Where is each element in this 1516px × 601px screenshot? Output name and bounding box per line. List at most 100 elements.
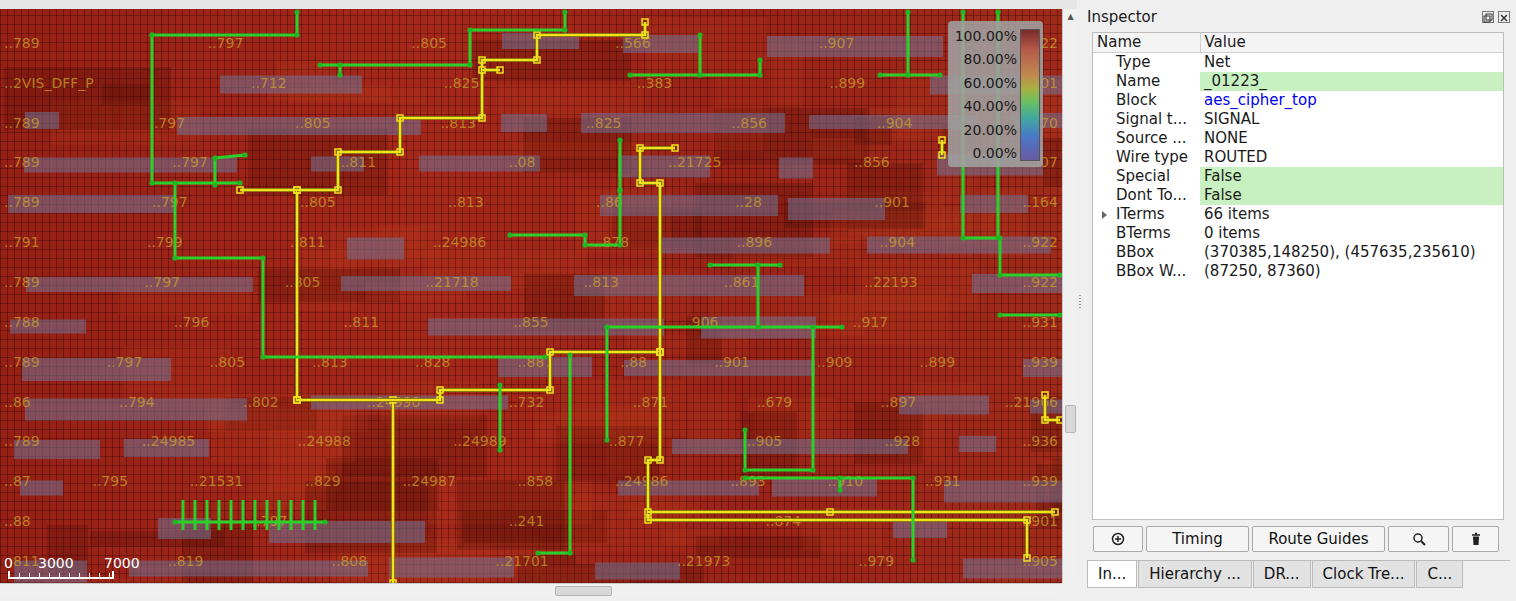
instance-label[interactable]: ..858 — [518, 473, 554, 489]
property-row[interactable]: Source ...NONE — [1093, 129, 1503, 148]
instance-label[interactable]: ..22193 — [864, 274, 917, 290]
expand-icon[interactable] — [1102, 211, 1107, 219]
instance-label[interactable]: ..893 — [730, 473, 766, 489]
instance-label[interactable]: ..789 — [4, 433, 40, 449]
instance-label[interactable]: ..797 — [144, 274, 180, 290]
instance-label[interactable]: ..732 — [509, 394, 545, 410]
property-row[interactable]: BTerms0 items — [1093, 224, 1503, 243]
button-label[interactable]: Timing — [1172, 527, 1223, 551]
instance-label[interactable]: ..861 — [724, 274, 760, 290]
net[interactable] — [172, 152, 547, 359]
instance-label[interactable]: ..922 — [1022, 234, 1058, 250]
instance-label[interactable]: ..788 — [4, 314, 40, 330]
instance-label[interactable]: ..24985 — [142, 433, 195, 449]
instance-label[interactable]: ..936 — [1022, 433, 1058, 449]
instance-label[interactable]: ..797 — [172, 154, 208, 170]
property-row[interactable]: Wire typeROUTED — [1093, 148, 1503, 167]
instance-label[interactable]: ..805 — [300, 194, 336, 210]
selected-net[interactable] — [237, 19, 1062, 583]
instance-label[interactable]: ..241 — [509, 513, 545, 529]
splitter[interactable] — [1077, 0, 1083, 601]
column-header[interactable]: Name — [1093, 33, 1200, 52]
instance-label[interactable]: ..164 — [1022, 194, 1058, 210]
instance-label[interactable]: ..24988 — [298, 433, 351, 449]
instance-label[interactable]: ..805 — [209, 354, 245, 370]
tab-label[interactable]: Clock Tre... — [1323, 565, 1405, 583]
property-row[interactable]: SpecialFalse — [1093, 167, 1503, 186]
instance-label[interactable]: ..899 — [920, 354, 956, 370]
instance-label[interactable]: ..88 — [4, 513, 31, 529]
scroll-thumb[interactable] — [1065, 405, 1076, 433]
instance-label[interactable]: ..904 — [877, 115, 913, 131]
instance-label[interactable]: ..813 — [583, 274, 619, 290]
instance-label[interactable]: ..808 — [332, 553, 368, 569]
instance-label[interactable]: ..905 — [747, 433, 783, 449]
instance-label[interactable]: ..931 — [925, 473, 961, 489]
instance-label[interactable]: ..813 — [448, 194, 484, 210]
property-row[interactable]: Blockaes_cipher_top — [1093, 91, 1503, 110]
instance-label[interactable]: ..805 — [285, 274, 321, 290]
instance-label[interactable]: ..789 — [4, 154, 40, 170]
property-row[interactable]: Dont To...False — [1093, 186, 1503, 205]
instance-label[interactable]: ..21966 — [1005, 394, 1058, 410]
scroll-thumb[interactable] — [555, 586, 612, 596]
instance-label[interactable]: ..794 — [119, 394, 155, 410]
dock-tab[interactable]: Clock Tre... — [1312, 561, 1416, 588]
instance-label[interactable]: ..897 — [881, 394, 917, 410]
layout-view[interactable]: ..789..797..805..566..907..922..2VIS_DFF… — [0, 9, 1062, 583]
instance-label[interactable]: ..928 — [885, 433, 921, 449]
net[interactable] — [317, 9, 567, 77]
instance-label[interactable]: ..819 — [168, 553, 204, 569]
instance-label[interactable]: ..871 — [633, 394, 669, 410]
property-row[interactable]: Name_01223_ — [1093, 72, 1503, 91]
net[interactable] — [742, 324, 915, 562]
instance-label[interactable]: ..904 — [879, 234, 915, 250]
horizontal-scrollbar[interactable] — [0, 583, 1062, 597]
net[interactable] — [877, 9, 942, 77]
tab-label[interactable]: In... — [1098, 565, 1126, 583]
instance-label[interactable]: ..825 — [444, 75, 480, 91]
property-row[interactable]: ITerms66 items — [1093, 205, 1503, 224]
instance-label[interactable]: ..21531 — [190, 473, 243, 489]
instance-label[interactable]: ..797 — [107, 354, 143, 370]
instance-label[interactable]: ..28 — [735, 194, 762, 210]
trash-button[interactable] — [1452, 526, 1499, 552]
instance-label[interactable]: ..805 — [411, 35, 447, 51]
instance-label[interactable]: ..909 — [817, 354, 853, 370]
instance-label[interactable]: ..24986 — [615, 473, 668, 489]
instance-label[interactable]: ..789 — [4, 35, 40, 51]
instance-label[interactable]: ..21701 — [495, 553, 548, 569]
instance-label[interactable]: ..805 — [295, 115, 331, 131]
net[interactable] — [172, 500, 327, 530]
instance-label[interactable]: ..21718 — [425, 274, 478, 290]
magnifier-button[interactable] — [1388, 526, 1449, 552]
net[interactable] — [507, 137, 622, 247]
instance-label[interactable]: ..878 — [594, 234, 630, 250]
instance-label[interactable]: ..24986 — [433, 234, 486, 250]
property-value[interactable]: _01223_ — [1204, 72, 1267, 90]
close-icon[interactable] — [1498, 11, 1510, 23]
instance-label[interactable]: ..939 — [1022, 354, 1058, 370]
magnifier-icon[interactable] — [1412, 532, 1426, 546]
instance-label[interactable]: ..796 — [174, 314, 210, 330]
action-button[interactable]: Timing — [1146, 526, 1249, 552]
property-row[interactable]: TypeNet — [1093, 52, 1503, 72]
tab-label[interactable]: C... — [1427, 565, 1452, 583]
instance-label[interactable]: ..797 — [208, 35, 244, 51]
scroll-up-icon[interactable]: ▲ — [1065, 11, 1076, 23]
instance-label[interactable]: ..789 — [4, 354, 40, 370]
action-button[interactable]: Route Guides — [1252, 526, 1385, 552]
property-value[interactable]: False — [1204, 167, 1242, 185]
instance-label[interactable]: ..939 — [1022, 473, 1058, 489]
trash-icon[interactable] — [1469, 532, 1483, 546]
dock-tab[interactable]: DR... — [1253, 561, 1311, 588]
instance-label[interactable]: ..791 — [4, 234, 40, 250]
property-row[interactable]: BBox W...(87250, 87360) — [1093, 262, 1503, 281]
instance-label[interactable]: ..877 — [609, 433, 645, 449]
instance-label[interactable]: ..899 — [829, 75, 865, 91]
instance-label[interactable]: ..917 — [853, 314, 889, 330]
instance-label[interactable]: ..907 — [819, 35, 855, 51]
instance-label[interactable]: ..795 — [92, 473, 128, 489]
button-label[interactable]: Route Guides — [1268, 527, 1368, 551]
zoom-in-icon[interactable] — [1111, 532, 1125, 546]
